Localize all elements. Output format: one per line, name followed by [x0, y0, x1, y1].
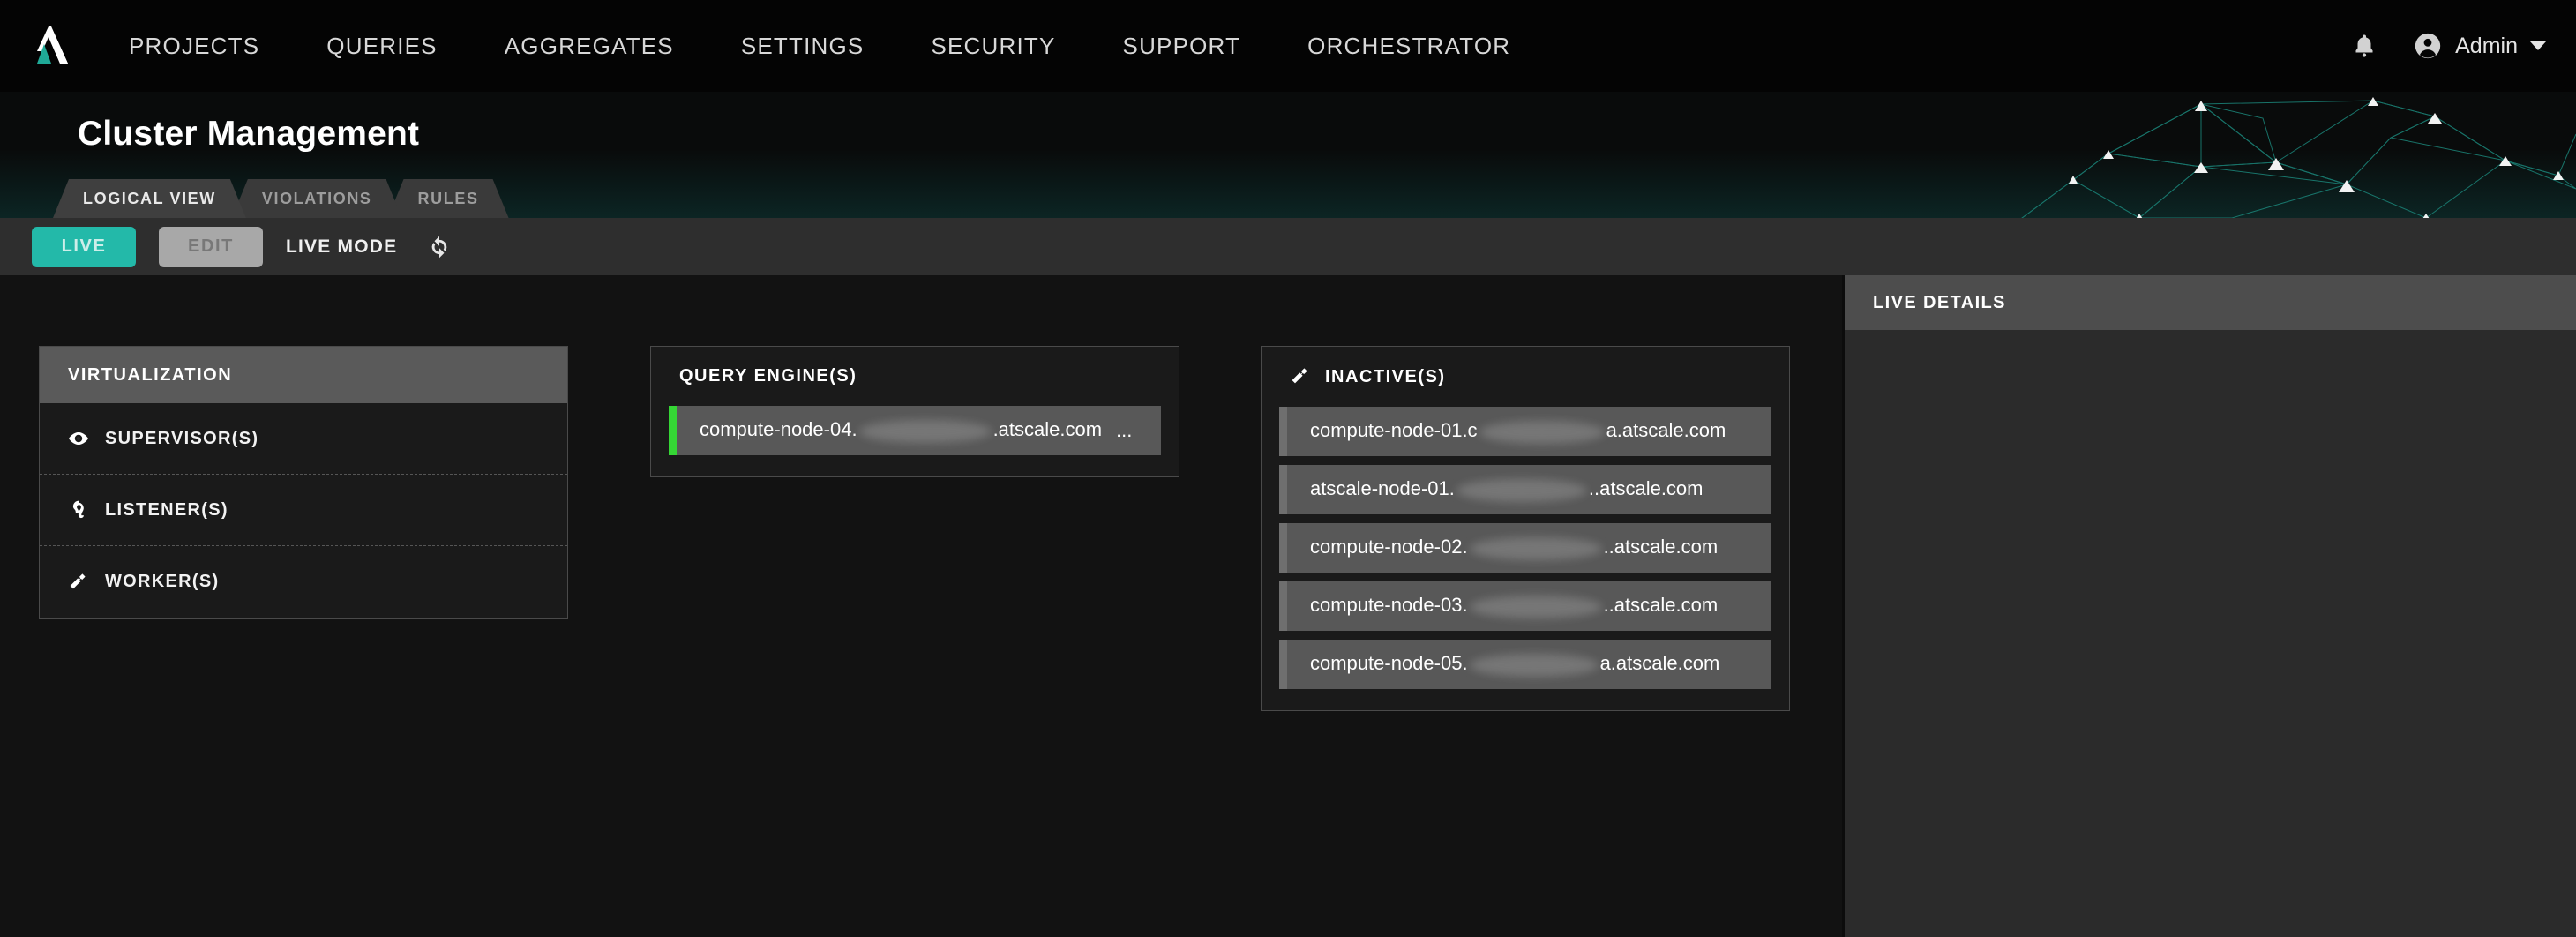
tab-logical-view[interactable]: LOGICAL VIEW: [53, 179, 246, 218]
nav-item-projects[interactable]: PROJECTS: [95, 0, 293, 92]
inactive-node-label: compute-node-03. ..atscale.com: [1287, 594, 1718, 618]
redacted-hostname-segment: [1469, 595, 1602, 618]
redacted-hostname-segment: [858, 419, 992, 443]
chevron-down-icon: [2530, 41, 2546, 50]
node-name-suffix: a.atscale.com: [1606, 419, 1726, 442]
node-name-prefix: compute-node-03.: [1310, 594, 1468, 617]
nav-item-aggregates[interactable]: AGGREGATES: [471, 0, 708, 92]
query-engine-node-row[interactable]: compute-node-04. .atscale.com ...: [669, 406, 1161, 455]
inactive-node-label: atscale-node-01. ..atscale.com: [1287, 477, 1704, 502]
redacted-hostname-segment: [1469, 536, 1602, 560]
inactive-node-label: compute-node-01.c a.atscale.com: [1287, 419, 1726, 444]
nav-item-orchestrator[interactable]: ORCHESTRATOR: [1274, 0, 1544, 92]
nav-item-queries[interactable]: QUERIES: [293, 0, 470, 92]
inactive-node-label: compute-node-02. ..atscale.com: [1287, 536, 1719, 560]
hammer-icon: [70, 573, 86, 588]
node-overflow-ellipsis[interactable]: ...: [1102, 419, 1132, 442]
virtualization-row-workers[interactable]: WORKER(S): [40, 546, 567, 618]
tab-violations[interactable]: VIOLATIONS: [232, 179, 402, 218]
nav-item-support[interactable]: SUPPORT: [1090, 0, 1275, 92]
inactive-node-row[interactable]: compute-node-05. a.atscale.com: [1279, 640, 1771, 689]
view-tabs: LOGICAL VIEW VIOLATIONS RULES: [53, 179, 495, 218]
node-name-prefix: compute-node-02.: [1310, 536, 1468, 558]
live-mode-button[interactable]: LIVE: [32, 226, 136, 267]
nav-item-settings[interactable]: SETTINGS: [708, 0, 898, 92]
virtualization-card: VIRTUALIZATION SUPERVISOR(S) LISTENER(S)…: [39, 346, 568, 619]
node-name-prefix: compute-node-05.: [1310, 652, 1468, 675]
hammer-icon: [1292, 368, 1307, 384]
node-status-indicator: [1279, 407, 1287, 456]
query-engines-card: QUERY ENGINE(S) compute-node-04. .atscale…: [650, 346, 1179, 477]
redacted-hostname-segment: [1469, 653, 1599, 677]
tab-violations-label: VIOLATIONS: [261, 189, 372, 207]
inactive-nodes-title: INACTIVE(S): [1325, 366, 1446, 386]
eye-icon: [69, 432, 88, 445]
inactive-node-row[interactable]: compute-node-02. ..atscale.com: [1279, 523, 1771, 573]
node-name-suffix: ..atscale.com: [1588, 477, 1704, 500]
virtualization-title: VIRTUALIZATION: [68, 364, 233, 385]
mode-status-label: LIVE MODE: [286, 236, 398, 257]
account-label: Admin: [2455, 33, 2518, 58]
account-menu-button[interactable]: Admin: [2413, 31, 2546, 61]
bell-icon: [2355, 34, 2373, 57]
node-status-indicator: [1279, 523, 1287, 573]
atscale-triangle-logo-icon: [37, 26, 68, 64]
refresh-button[interactable]: [423, 231, 455, 263]
refresh-sync-icon: [432, 236, 447, 258]
inactive-node-row[interactable]: compute-node-03. ..atscale.com: [1279, 581, 1771, 631]
tab-rules[interactable]: RULES: [388, 179, 509, 218]
node-name-prefix: compute-node-04.: [700, 418, 857, 441]
nav-right-cluster: Admin: [2346, 0, 2546, 92]
live-details-pane: LIVE DETAILS: [1842, 275, 2576, 937]
inactive-node-row[interactable]: atscale-node-01. ..atscale.com: [1279, 465, 1771, 514]
live-details-body: [1845, 330, 2576, 937]
nav-item-security[interactable]: SECURITY: [897, 0, 1089, 92]
node-status-indicator: [1279, 640, 1287, 689]
query-engine-node-label: compute-node-04. .atscale.com: [677, 418, 1103, 443]
virtualization-row-listeners[interactable]: LISTENER(S): [40, 475, 567, 546]
top-navigation-bar: PROJECTS QUERIES AGGREGATES SETTINGS SEC…: [0, 0, 2576, 92]
inactive-nodes-header: INACTIVE(S): [1279, 366, 1771, 387]
inactive-nodes-card: INACTIVE(S) compute-node-01.c a.atscale.c…: [1261, 346, 1790, 711]
node-name-prefix: atscale-node-01.: [1310, 477, 1455, 500]
node-name-suffix: ..atscale.com: [1603, 536, 1719, 558]
page-banner: Cluster Management LOGICAL VIEW VIOLATIO…: [0, 92, 2576, 218]
redacted-hostname-segment: [1456, 478, 1587, 502]
node-status-indicator: [1279, 465, 1287, 514]
tab-rules-label: RULES: [417, 189, 479, 207]
virtualization-card-header: VIRTUALIZATION: [40, 347, 567, 403]
node-status-indicator: [669, 406, 677, 455]
virtualization-row-supervisors[interactable]: SUPERVISOR(S): [40, 403, 567, 475]
app-logo[interactable]: [0, 0, 95, 92]
virtualization-row-supervisors-label: SUPERVISOR(S): [105, 428, 259, 448]
query-engines-header: QUERY ENGINE(S): [669, 366, 1161, 386]
cluster-canvas: VIRTUALIZATION SUPERVISOR(S) LISTENER(S)…: [0, 275, 1842, 937]
page-title: Cluster Management: [78, 115, 420, 153]
primary-nav-links: PROJECTS QUERIES AGGREGATES SETTINGS SEC…: [95, 0, 1544, 92]
inactive-node-row[interactable]: compute-node-01.c a.atscale.com: [1279, 407, 1771, 456]
virtualization-row-workers-label: WORKER(S): [105, 572, 220, 591]
tab-logical-view-label: LOGICAL VIEW: [83, 189, 216, 207]
query-engines-title: QUERY ENGINE(S): [679, 366, 857, 386]
live-button-label: LIVE: [61, 236, 107, 256]
mode-toolbar: LIVE EDIT LIVE MODE: [0, 218, 2576, 275]
node-name-suffix: .atscale.com: [992, 418, 1103, 441]
virtualization-row-listeners-label: LISTENER(S): [105, 499, 228, 520]
redacted-hostname-segment: [1479, 420, 1605, 444]
ear-icon: [72, 500, 84, 519]
inactive-node-label: compute-node-05. a.atscale.com: [1287, 652, 1720, 677]
live-details-header: LIVE DETAILS: [1845, 275, 2576, 330]
node-status-indicator: [1279, 581, 1287, 631]
live-details-title: LIVE DETAILS: [1873, 292, 2006, 312]
edit-mode-button[interactable]: EDIT: [159, 226, 263, 267]
notifications-button[interactable]: [2346, 27, 2383, 64]
node-name-suffix: a.atscale.com: [1599, 652, 1720, 675]
edit-button-label: EDIT: [188, 236, 234, 256]
node-name-prefix: compute-node-01.c: [1310, 419, 1478, 442]
network-constellation-graphic: [2021, 97, 2576, 218]
user-avatar-icon: [2415, 33, 2441, 59]
node-name-suffix: ..atscale.com: [1603, 594, 1719, 617]
